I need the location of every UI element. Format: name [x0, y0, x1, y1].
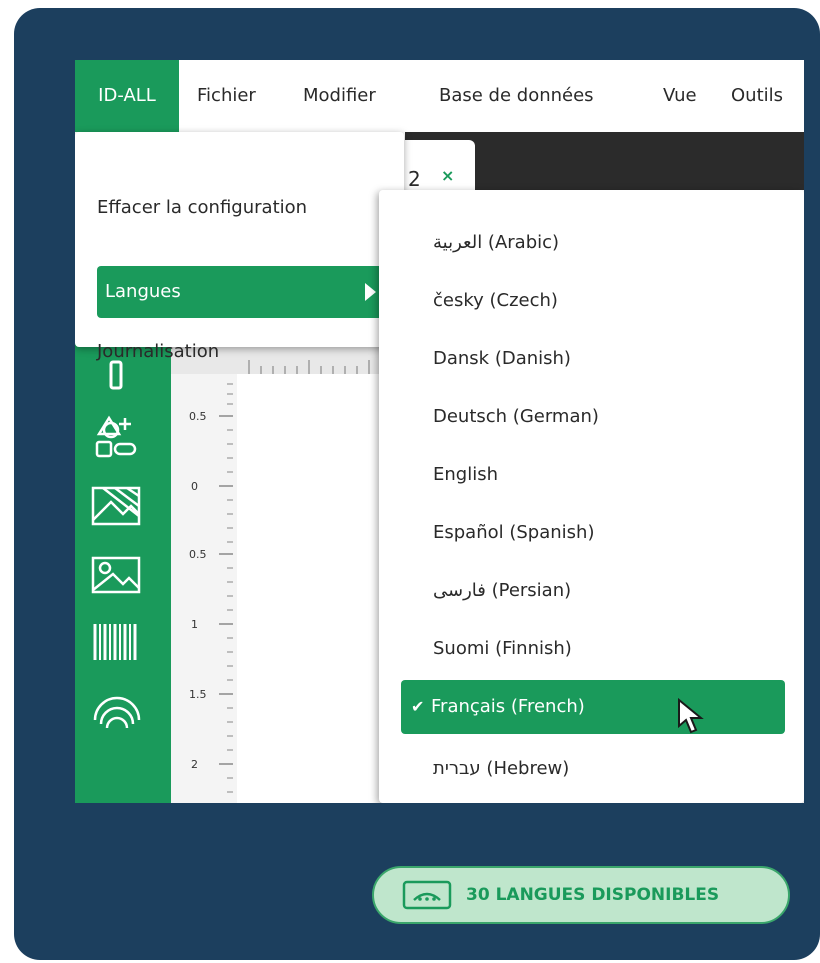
menu-vue[interactable]: Vue	[663, 60, 697, 132]
menu-base-de-donnees[interactable]: Base de données	[439, 60, 594, 132]
menu-bar: ID-ALL Fichier Modifier Base de données …	[75, 60, 804, 132]
language-submenu: العربية (Arabic) česky (Czech) Dansk (Da…	[379, 190, 804, 803]
document-tab-label: 2	[408, 167, 421, 191]
menu-id-all[interactable]: ID-ALL	[75, 60, 179, 132]
app-screenshot: 0.5 0 0.5 1 1.5 2 2 × ID-ALL Fichier Mod…	[75, 60, 804, 803]
ruler-label: 1.5	[189, 688, 207, 701]
menu-item-label: Effacer la configuration	[97, 197, 308, 218]
submenu-arrow-icon	[365, 283, 376, 301]
promo-card: 0.5 0 0.5 1 1.5 2 2 × ID-ALL Fichier Mod…	[14, 8, 820, 960]
languages-count-badge: 30 LANGUES DISPONIBLES	[372, 866, 790, 924]
checkmark-icon: ✔	[411, 697, 425, 716]
language-item-selected[interactable]: ✔ Français (French)	[401, 680, 785, 734]
menu-fichier[interactable]: Fichier	[197, 60, 256, 132]
menu-item-journalisation[interactable]: Journalisation	[97, 326, 390, 378]
close-tab-icon[interactable]: ×	[441, 166, 454, 185]
language-item[interactable]: العربية (Arabic)	[433, 218, 559, 268]
menu-modifier[interactable]: Modifier	[303, 60, 376, 132]
menu-item-label: Langues	[105, 281, 181, 302]
language-item[interactable]: Deutsch (German)	[433, 392, 599, 442]
ruler-label: 1	[191, 618, 198, 631]
language-item[interactable]: česky (Czech)	[433, 276, 558, 326]
language-item-label: Français (French)	[431, 696, 585, 717]
language-item[interactable]: فارسی (Persian)	[433, 566, 571, 616]
language-item[interactable]: Español (Spanish)	[433, 508, 594, 558]
document-tab[interactable]	[393, 140, 475, 190]
language-item[interactable]: עברית (Hebrew)	[433, 744, 569, 794]
language-item[interactable]: Dansk (Danish)	[433, 334, 571, 384]
hatched-image-icon[interactable]	[89, 480, 145, 536]
barcode-icon[interactable]	[89, 614, 145, 670]
ruler-label: 0	[191, 480, 198, 493]
ruler-label: 2	[191, 758, 198, 771]
ruler-label: 0.5	[189, 410, 207, 423]
language-item[interactable]: English	[433, 450, 498, 500]
menu-item-label: Journalisation	[97, 341, 220, 362]
menu-outils[interactable]: Outils	[731, 60, 783, 132]
menu-item-effacer-configuration[interactable]: Effacer la configuration	[97, 182, 307, 234]
speech-bubble-icon	[402, 880, 452, 910]
menu-item-langues[interactable]: Langues	[97, 266, 386, 318]
app-menu-dropdown: Effacer la configuration Langues Journal…	[75, 132, 404, 362]
language-item[interactable]: Suomi (Finnish)	[433, 624, 572, 674]
fingerprint-icon[interactable]	[89, 680, 145, 736]
badge-label: 30 LANGUES DISPONIBLES	[466, 885, 720, 905]
image-icon[interactable]	[89, 548, 145, 604]
ruler-label: 0.5	[189, 548, 207, 561]
mouse-pointer-icon	[678, 698, 704, 734]
vertical-ruler: 0.5 0 0.5 1 1.5 2	[171, 374, 237, 803]
shapes-tool-icon[interactable]	[89, 410, 145, 466]
